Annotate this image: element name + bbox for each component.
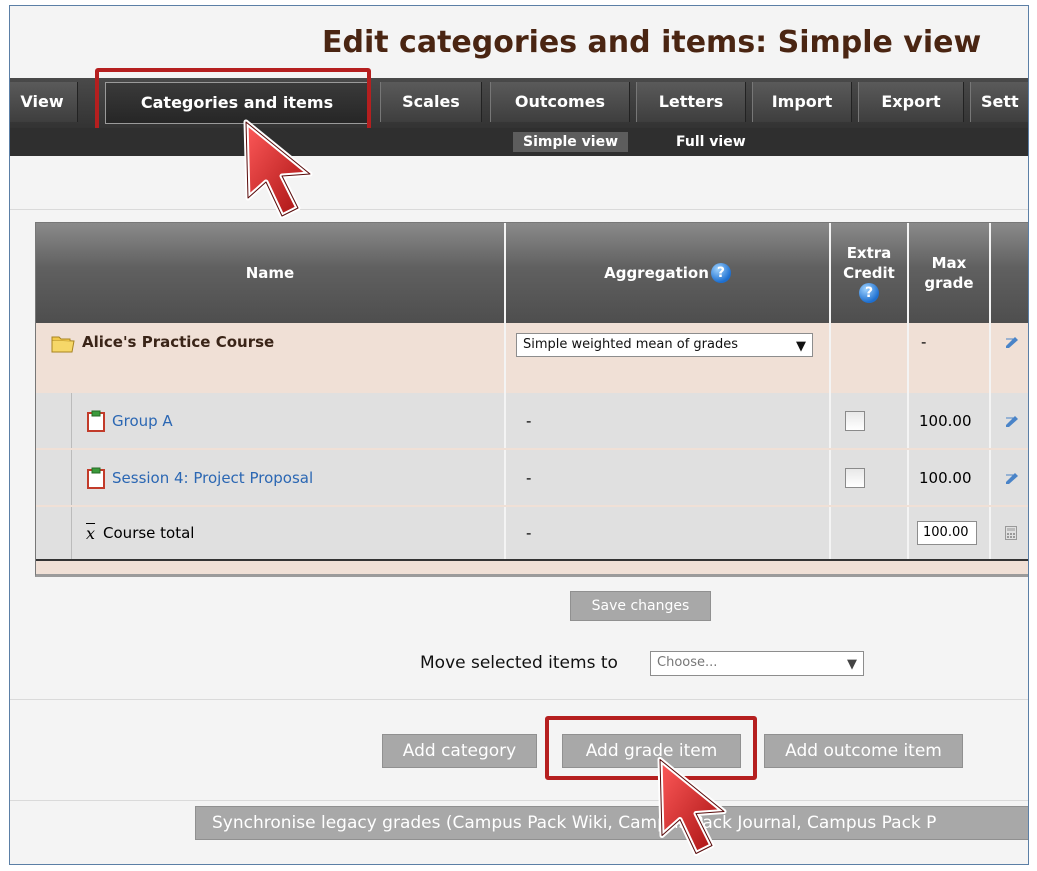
category-name: Alice's Practice Course — [82, 333, 275, 351]
move-select-value: Choose... — [657, 655, 718, 670]
max-grade-value: 100.00 — [909, 450, 991, 505]
aggregation-value: - — [506, 393, 831, 448]
save-changes-button[interactable]: Save changes — [570, 591, 711, 621]
edit-icon[interactable] — [1005, 414, 1019, 428]
table-row: Session 4: Project Proposal - 100.00 — [36, 450, 1028, 505]
header-aggregation: Aggregation ? — [506, 223, 831, 323]
tab-settings[interactable]: Sett — [970, 82, 1028, 122]
header-extra-credit-line1: Extra — [846, 244, 892, 262]
header-extra-credit: Extra Credit ? — [831, 223, 909, 323]
category-max-grade: - — [909, 323, 991, 393]
extra-credit-checkbox[interactable] — [845, 410, 865, 431]
divider — [10, 209, 1028, 210]
header-max-grade-line1: Max — [931, 254, 967, 272]
move-selected-select[interactable]: Choose... ▼ — [650, 651, 864, 676]
aggregation-value: - — [506, 450, 831, 505]
sub-tab-bar: Simple view Full view — [10, 128, 1028, 156]
divider — [10, 800, 1028, 801]
aggregation-value: - — [506, 507, 831, 559]
extra-credit-checkbox[interactable] — [845, 467, 865, 488]
clipboard-icon — [87, 410, 105, 432]
tab-import[interactable]: Import — [752, 82, 852, 122]
mouse-pointer-icon — [657, 757, 727, 856]
edit-icon[interactable] — [1005, 335, 1019, 349]
max-grade-value: 100.00 — [909, 393, 991, 448]
tab-letters[interactable]: Letters — [636, 82, 746, 122]
course-total-max-grade-input[interactable]: 100.00 — [917, 521, 977, 545]
tab-view[interactable]: View — [10, 82, 78, 122]
grade-items-table: Name Aggregation ? Extra Credit ? Max gr… — [35, 222, 1028, 577]
page-title: Edit categories and items: Simple view — [322, 25, 982, 60]
divider — [10, 699, 1028, 700]
table-row: Group A - 100.00 — [36, 393, 1028, 448]
header-extra-credit-line2: Credit — [843, 264, 895, 282]
calculator-icon[interactable] — [1005, 526, 1017, 540]
clipboard-icon — [87, 467, 105, 489]
course-total-label: Course total — [103, 524, 195, 542]
categories-tab-highlight — [95, 68, 371, 133]
app-frame: Edit categories and items: Simple view V… — [9, 5, 1029, 865]
mouse-pointer-icon — [243, 119, 313, 219]
dropdown-arrow-icon: ▼ — [847, 657, 857, 672]
aggregation-select[interactable]: Simple weighted mean of grades ▼ — [516, 333, 813, 357]
header-max-grade: Max grade — [909, 223, 991, 323]
grade-item-link[interactable]: Group A — [112, 412, 173, 430]
x-bar-icon: x — [86, 523, 96, 543]
subtab-simple-view[interactable]: Simple view — [513, 132, 629, 152]
add-outcome-item-button[interactable]: Add outcome item — [764, 734, 963, 768]
grade-item-link[interactable]: Session 4: Project Proposal — [112, 469, 313, 487]
help-icon[interactable]: ? — [859, 283, 879, 303]
table-row-course-total: x Course total - 100.00 — [36, 507, 1028, 561]
synchronise-legacy-grades-button[interactable]: Synchronise legacy grades (Campus Pack W… — [195, 806, 1028, 840]
table-row-category: Alice's Practice Course Simple weighted … — [36, 323, 1028, 393]
dropdown-arrow-icon: ▼ — [796, 339, 806, 354]
header-max-grade-line2: grade — [924, 274, 974, 292]
header-aggregation-label: Aggregation — [604, 264, 709, 282]
subtab-full-view[interactable]: Full view — [666, 132, 756, 152]
help-icon[interactable]: ? — [710, 263, 731, 283]
header-actions — [991, 223, 1028, 323]
edit-icon[interactable] — [1005, 471, 1019, 485]
add-category-button[interactable]: Add category — [382, 734, 537, 768]
tab-export[interactable]: Export — [858, 82, 964, 122]
header-name: Name — [36, 223, 506, 323]
aggregation-select-value: Simple weighted mean of grades — [523, 337, 738, 352]
tab-scales[interactable]: Scales — [380, 82, 482, 122]
move-selected-label: Move selected items to — [420, 653, 618, 673]
folder-icon — [51, 336, 75, 353]
tab-outcomes[interactable]: Outcomes — [490, 82, 630, 122]
